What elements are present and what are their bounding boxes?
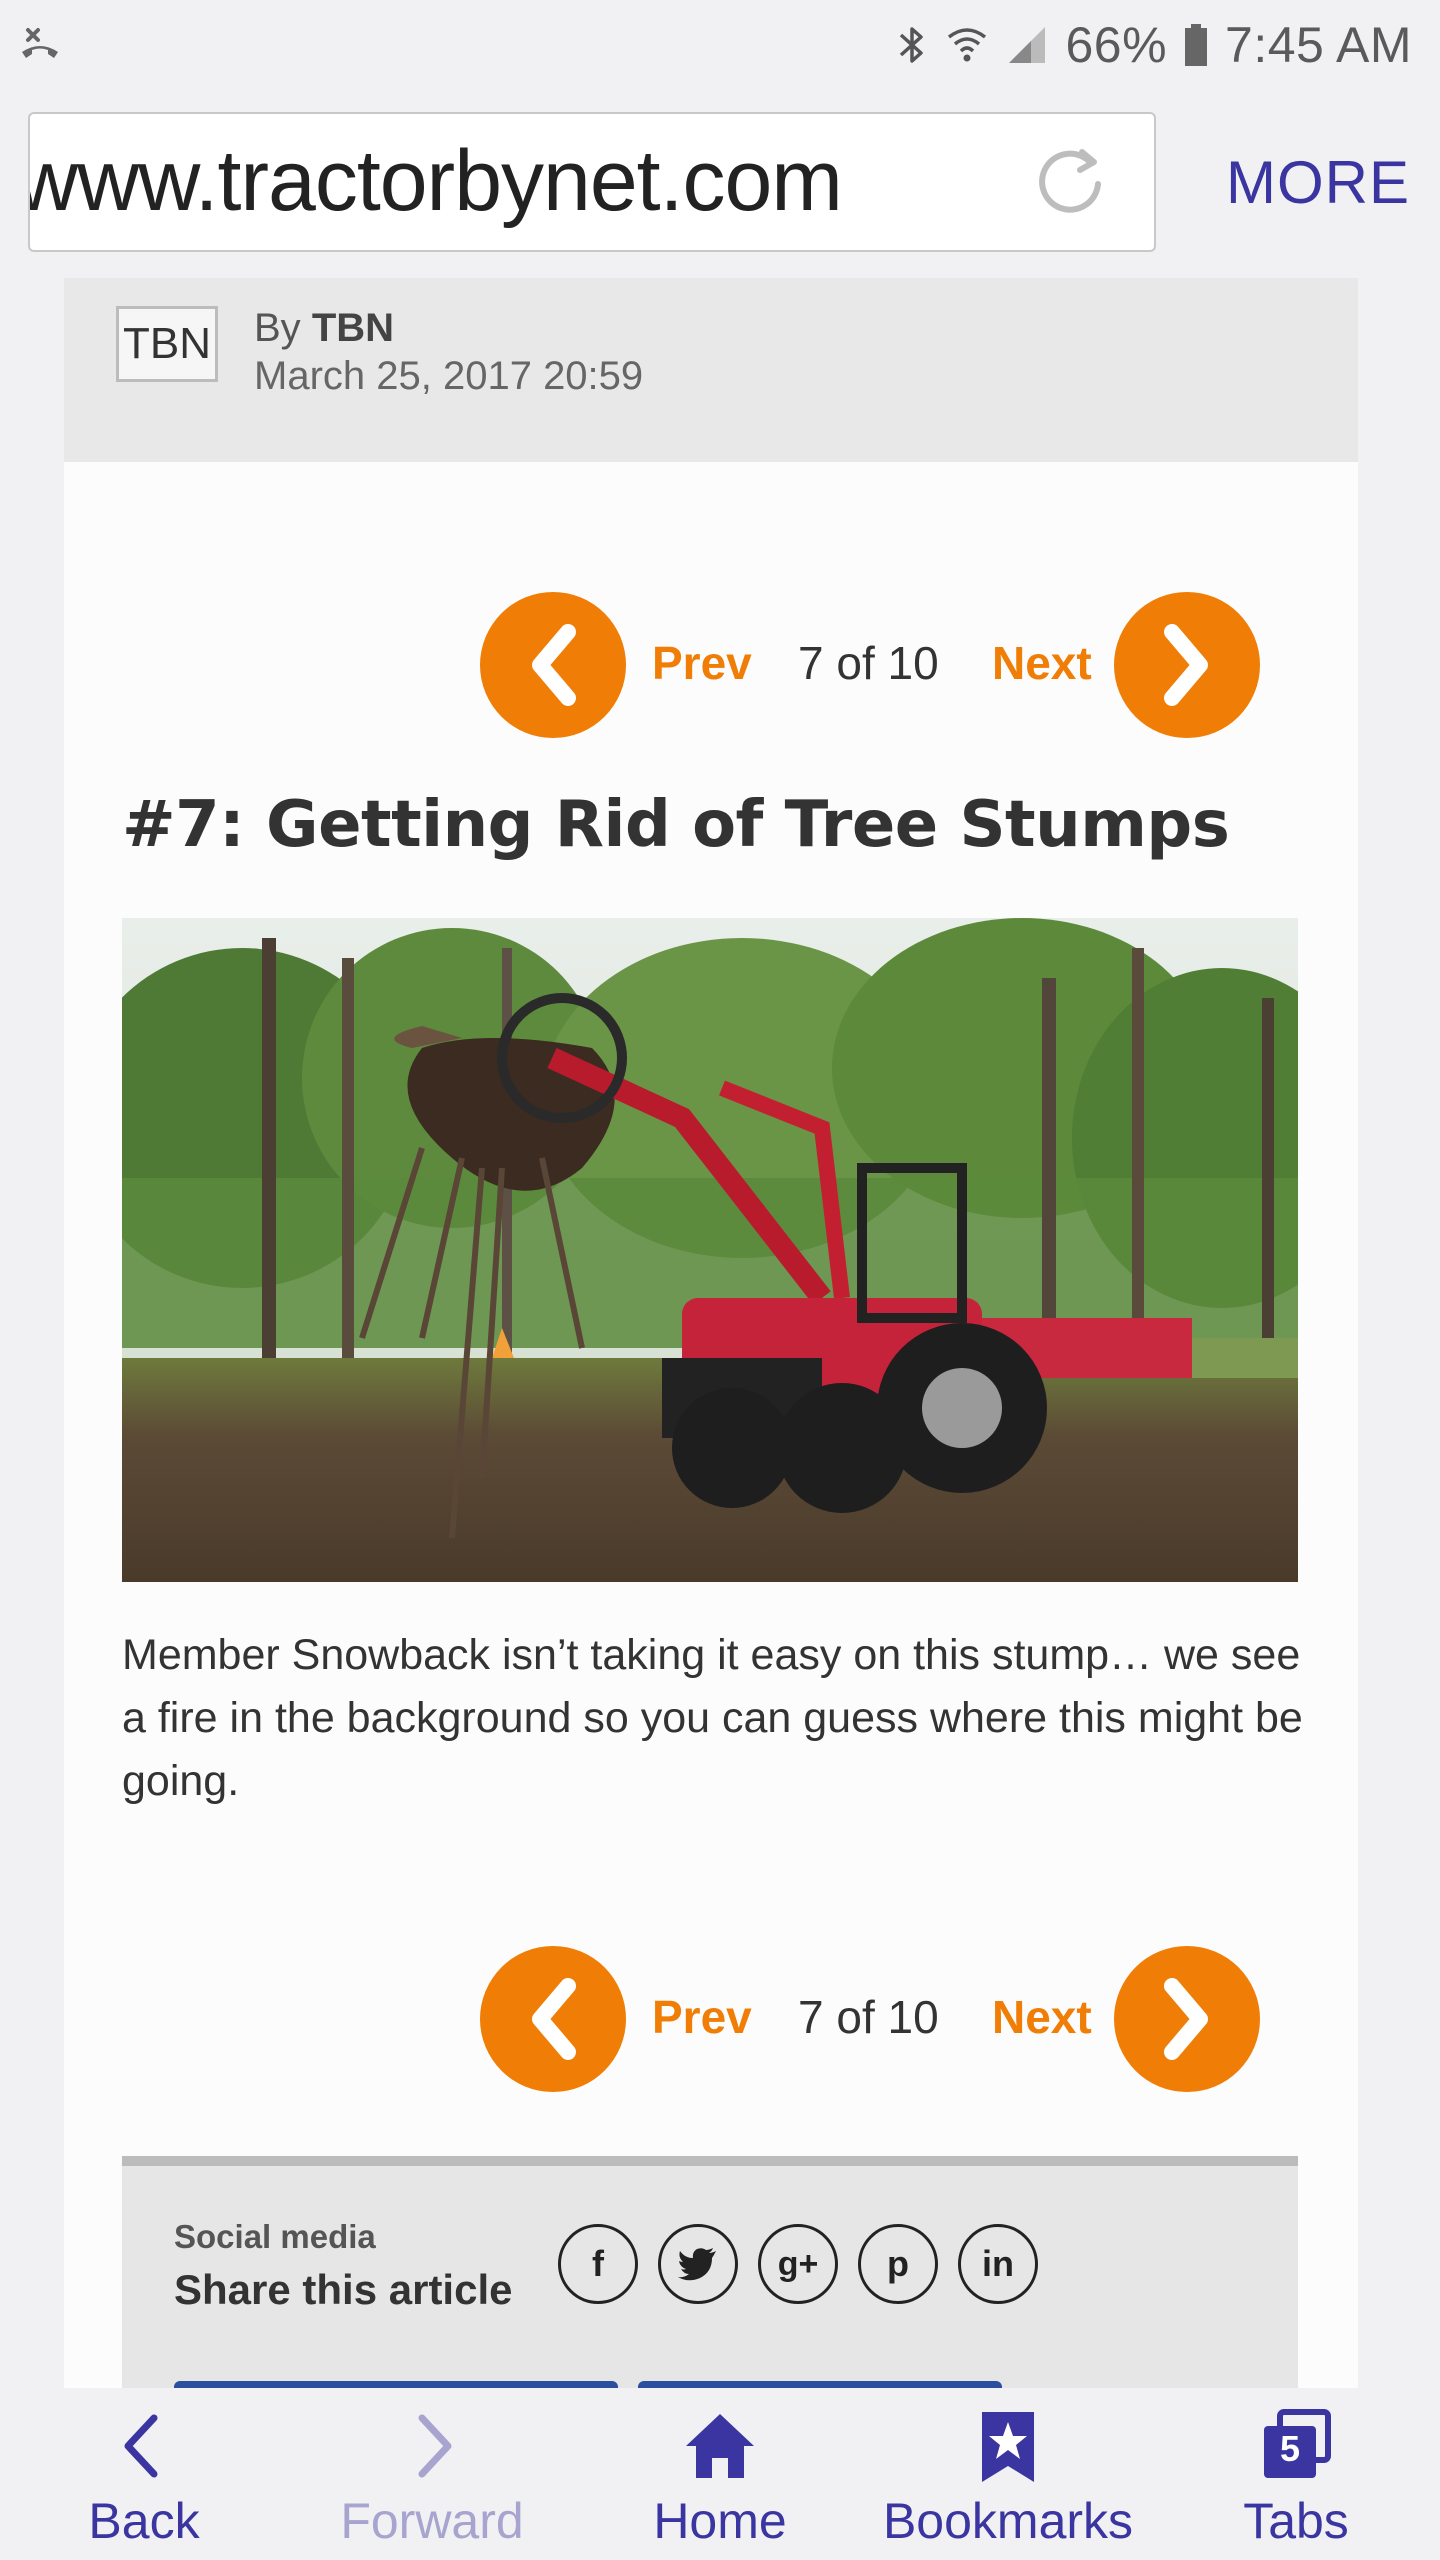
- forward-button[interactable]: Forward: [302, 2390, 562, 2560]
- byline: By TBN: [254, 306, 394, 351]
- share-heading: Share this article: [174, 2266, 513, 2313]
- missed-call-icon: [22, 28, 58, 58]
- prev-button[interactable]: [480, 1946, 626, 2092]
- author-name[interactable]: TBN: [312, 306, 394, 350]
- browser-bottom-nav: Back Forward Home Bookmarks 5 Tabs: [0, 2390, 1440, 2560]
- chevron-right-icon: [1164, 624, 1208, 706]
- post-date: March 25, 2017 20:59: [254, 354, 644, 398]
- twitter-share-button[interactable]: [638, 2381, 1002, 2388]
- browser-toolbar: www.tractorbynet.com MORE: [0, 88, 1440, 278]
- tabs-button[interactable]: 5 Tabs: [1166, 2390, 1426, 2560]
- pager-top: Prev 7 of 10 Next: [480, 592, 1280, 738]
- bluetooth-icon: [900, 27, 924, 63]
- battery-icon: [1185, 24, 1208, 66]
- article-title: #7: Getting Rid of Tree Stumps: [122, 788, 1230, 862]
- prev-link[interactable]: Prev: [652, 1990, 752, 2044]
- back-button[interactable]: Back: [14, 2390, 274, 2560]
- prev-button[interactable]: [480, 592, 626, 738]
- facebook-icon[interactable]: f: [558, 2224, 638, 2304]
- bookmark-star-icon: [982, 2412, 1034, 2482]
- share-box: Social media Share this article f g+ p i…: [122, 2156, 1298, 2388]
- page-count: 7 of 10: [798, 1991, 939, 2043]
- home-button[interactable]: Home: [590, 2390, 850, 2560]
- article-page: TBN By TBN March 25, 2017 20:59 Prev 7 o…: [64, 278, 1358, 2388]
- pager-bottom: Prev 7 of 10 Next: [480, 1946, 1280, 2092]
- bookmarks-button[interactable]: Bookmarks: [878, 2390, 1138, 2560]
- home-label: Home: [653, 2493, 787, 2549]
- next-link[interactable]: Next: [992, 636, 1092, 690]
- back-arrow-icon: [124, 2414, 158, 2478]
- tabs-count: 5: [1279, 2428, 1301, 2469]
- chevron-left-icon: [532, 1978, 576, 2060]
- reload-icon[interactable]: [1032, 142, 1112, 222]
- battery-percent: 66%: [1065, 17, 1168, 73]
- more-button[interactable]: MORE: [1226, 148, 1410, 217]
- url-field[interactable]: www.tractorbynet.com: [28, 112, 1156, 252]
- forward-label: Forward: [340, 2493, 524, 2549]
- status-bar: 66% 7:45 AM: [0, 0, 1440, 88]
- next-button[interactable]: [1114, 592, 1260, 738]
- twitter-icon[interactable]: [658, 2224, 738, 2304]
- avatar[interactable]: TBN: [116, 306, 218, 382]
- tabs-label: Tabs: [1243, 2493, 1349, 2549]
- photo-caption: Member Snowback isn’t taking it easy on …: [122, 1631, 1303, 1805]
- next-link[interactable]: Next: [992, 1990, 1092, 2044]
- google-plus-icon[interactable]: g+: [758, 2224, 838, 2304]
- home-icon: [686, 2414, 754, 2478]
- next-button[interactable]: [1114, 1946, 1260, 2092]
- signal-icon: [1009, 27, 1046, 63]
- chevron-right-icon: [1164, 1978, 1208, 2060]
- article-photo: [122, 918, 1298, 1582]
- share-section-label: Social media: [174, 2218, 376, 2255]
- bookmarks-label: Bookmarks: [882, 2493, 1134, 2549]
- back-label: Back: [88, 2493, 200, 2549]
- linkedin-icon[interactable]: in: [958, 2224, 1038, 2304]
- clock: 7:45 AM: [1225, 17, 1412, 73]
- chevron-left-icon: [532, 624, 576, 706]
- facebook-share-button[interactable]: [174, 2381, 618, 2388]
- author-band: TBN By TBN March 25, 2017 20:59: [64, 278, 1358, 462]
- url-text[interactable]: www.tractorbynet.com: [30, 132, 843, 231]
- prev-link[interactable]: Prev: [652, 636, 752, 690]
- forward-arrow-icon: [418, 2414, 452, 2478]
- page-count: 7 of 10: [798, 637, 939, 689]
- pinterest-icon[interactable]: p: [858, 2224, 938, 2304]
- byline-prefix: By: [254, 306, 301, 350]
- wifi-icon: [948, 28, 987, 62]
